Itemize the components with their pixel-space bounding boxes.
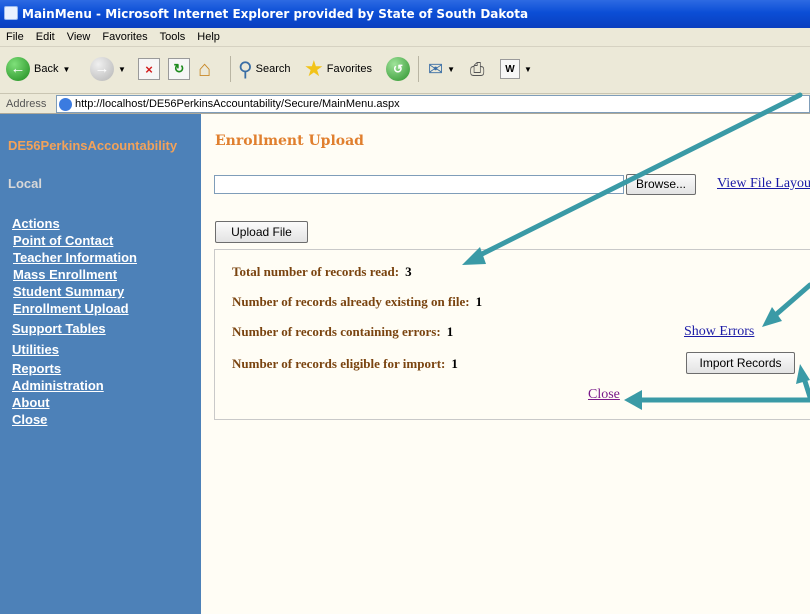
stat-containing-errors: Number of records containing errors: 1 — [232, 324, 453, 340]
context-label: Local — [8, 176, 42, 191]
word-edit-icon: W — [500, 59, 520, 79]
page-title: Enrollment Upload — [215, 133, 364, 149]
mail-icon: ✉ — [428, 58, 444, 79]
address-url: http://localhost/DE56PerkinsAccountabili… — [75, 98, 400, 110]
menu-favorites[interactable]: Favorites — [96, 28, 153, 47]
stat-already-existing: Number of records already existing on fi… — [232, 294, 482, 310]
chevron-down-icon: ▼ — [62, 64, 71, 74]
stat-total-read: Total number of records read: 3 — [232, 264, 412, 280]
window-title: MainMenu - Microsoft Internet Explorer p… — [22, 7, 529, 21]
menu-tools[interactable]: Tools — [154, 28, 192, 47]
address-input[interactable]: http://localhost/DE56PerkinsAccountabili… — [56, 95, 810, 113]
address-bar: Address http://localhost/DE56PerkinsAcco… — [0, 94, 810, 114]
app-title: DE56PerkinsAccountability — [8, 138, 178, 153]
mail-button[interactable]: ✉ ▼ — [428, 54, 455, 84]
menu-help[interactable]: Help — [191, 28, 226, 47]
view-file-layout-link[interactable]: View File Layou — [717, 176, 810, 192]
close-link[interactable]: Close — [588, 387, 620, 403]
stat-value: 3 — [405, 264, 412, 279]
sidebar-item-about[interactable]: About — [12, 394, 197, 411]
main-content: Enrollment Upload Browse... View File La… — [201, 114, 810, 614]
address-label: Address — [6, 98, 47, 110]
home-button[interactable]: ⌂ — [198, 54, 211, 84]
chevron-down-icon: ▼ — [447, 64, 456, 74]
sidebar-item-point-of-contact[interactable]: Point of Contact — [12, 232, 197, 249]
stat-value: 1 — [475, 294, 483, 309]
menu-bar: File Edit View Favorites Tools Help — [0, 28, 810, 47]
chevron-down-icon: ▼ — [118, 64, 126, 74]
sidebar-nav: Actions Point of Contact Teacher Informa… — [12, 215, 197, 428]
sidebar-item-close[interactable]: Close — [12, 411, 197, 428]
page-icon — [59, 98, 72, 111]
print-icon: ⎙ — [470, 58, 485, 79]
forward-arrow-icon: → — [90, 57, 114, 81]
search-button[interactable]: ⚲ Search — [238, 54, 291, 84]
stat-value: 1 — [446, 324, 454, 339]
sidebar-item-support-tables[interactable]: Support Tables — [12, 320, 197, 337]
import-records-button[interactable]: Import Records — [686, 352, 795, 374]
sidebar-item-mass-enrollment[interactable]: Mass Enrollment — [12, 266, 197, 283]
stat-label: Number of records containing errors: — [232, 324, 441, 339]
forward-button[interactable]: → ▼ — [90, 54, 126, 84]
stat-value: 1 — [451, 356, 458, 371]
stop-button[interactable]: × — [138, 54, 160, 84]
refresh-button[interactable]: ↻ — [168, 54, 190, 84]
sidebar-item-enrollment-upload[interactable]: Enrollment Upload — [12, 300, 197, 317]
favorites-label: Favorites — [326, 63, 372, 75]
sidebar-item-reports[interactable]: Reports — [12, 360, 197, 377]
sidebar-item-actions[interactable]: Actions — [12, 215, 197, 232]
back-button[interactable]: ← Back ▼ — [6, 54, 70, 84]
upload-file-button[interactable]: Upload File — [215, 221, 308, 243]
refresh-icon: ↻ — [168, 58, 190, 80]
stat-label: Number of records eligible for import: — [232, 356, 446, 371]
sidebar-item-utilities[interactable]: Utilities — [12, 341, 197, 358]
home-icon: ⌂ — [198, 56, 212, 81]
browser-toolbar: ← Back ▼ → ▼ × ↻ ⌂ ⚲ Search ★ Favorites … — [0, 47, 810, 94]
back-label: Back — [34, 63, 59, 75]
sidebar: DE56PerkinsAccountability Local Actions … — [0, 114, 201, 614]
history-button[interactable]: ↺ — [386, 54, 410, 84]
ie-window-icon — [4, 6, 18, 20]
back-arrow-icon: ← — [6, 57, 30, 81]
favorites-star-icon: ★ — [304, 56, 324, 81]
stat-label: Total number of records read: — [232, 264, 400, 279]
stop-icon: × — [138, 58, 160, 80]
favorites-button[interactable]: ★ Favorites — [304, 54, 372, 84]
search-label: Search — [255, 63, 291, 75]
sidebar-item-administration[interactable]: Administration — [12, 377, 197, 394]
upload-results-panel: Total number of records read: 3 Number of… — [214, 249, 810, 420]
search-icon: ⚲ — [238, 58, 253, 81]
history-icon: ↺ — [386, 57, 410, 81]
sidebar-item-teacher-information[interactable]: Teacher Information — [12, 249, 197, 266]
menu-view[interactable]: View — [61, 28, 97, 47]
edit-button[interactable]: W ▼ — [500, 54, 532, 84]
menu-file[interactable]: File — [0, 28, 30, 47]
stat-label: Number of records already existing on fi… — [232, 294, 470, 309]
file-path-input[interactable] — [214, 175, 624, 194]
menu-edit[interactable]: Edit — [30, 28, 61, 47]
show-errors-link[interactable]: Show Errors — [684, 324, 754, 340]
browse-button[interactable]: Browse... — [626, 174, 696, 195]
window-title-bar: MainMenu - Microsoft Internet Explorer p… — [0, 0, 810, 28]
sidebar-item-student-summary[interactable]: Student Summary — [12, 283, 197, 300]
chevron-down-icon: ▼ — [524, 64, 532, 74]
print-button[interactable]: ⎙ — [470, 54, 484, 84]
stat-eligible-import: Number of records eligible for import: 1 — [232, 356, 458, 372]
